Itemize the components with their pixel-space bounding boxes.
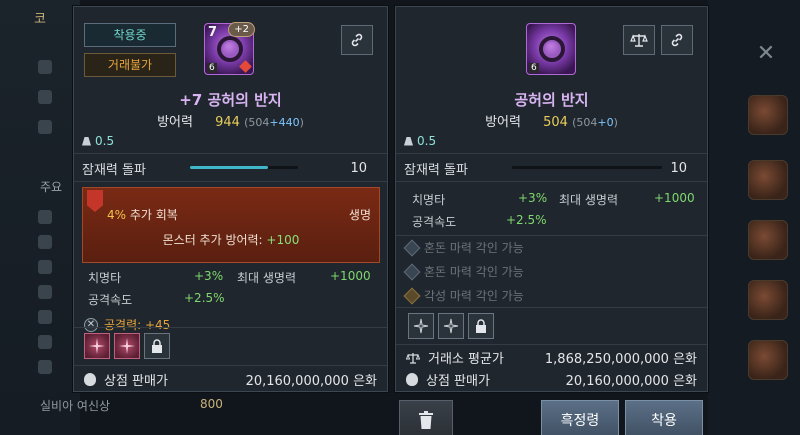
bg-icon [38,310,52,324]
stat-value: +2.5% [506,213,547,227]
bg-icon [38,60,52,74]
shop-price-value: 20,160,000,000 은화 [245,374,377,389]
stat-value: +3% [518,191,548,205]
locked-slot[interactable] [144,333,170,359]
stat-value: +3% [194,269,224,283]
delete-button[interactable] [399,400,453,435]
divider [396,307,707,308]
market-price-row: 거래소 평균가 1,868,250,000,000 은화 [406,348,697,367]
stat-value: +1000 [654,191,695,205]
inventory-slot[interactable] [748,340,788,380]
background-right-panel: ✕ [708,0,800,435]
burst-icon [443,318,459,334]
divider [74,327,387,328]
attack-engrave-row: ✕ 공격력: +45 [84,316,170,333]
burst-icon [119,338,135,354]
stat-label: 공격속도 [88,293,133,307]
engrave-row: 혼돈 마력 각인 가능 [403,263,524,280]
stat-value: +1000 [330,269,371,283]
bg-icon [38,335,52,349]
inventory-slot[interactable] [748,160,788,200]
engrave-slot[interactable] [114,333,140,359]
engrave-row: 각성 마력 각인 가능 [403,287,524,304]
bg-icon [38,360,52,374]
attack-label: 공격력: +45 [104,318,171,332]
lock-icon [152,339,162,353]
stat-label: 치명타 [412,193,446,207]
chaos-engrave-icon [403,239,421,256]
equipped-item-tooltip: 착용중 거래불가 7 +2 6 +7 공허의 반지 방어력 944 (504+4… [73,6,388,392]
shop-price-value: 20,160,000,000 은화 [565,374,697,389]
burst-icon [413,318,429,334]
bg-item-value: 800 [200,397,223,411]
stat-value: +2.5% [184,291,225,305]
engrave-label: 혼돈 마력 각인 가능 [424,241,524,255]
chaos-engrave-icon [403,263,421,280]
engrave-slot[interactable] [84,333,110,359]
trash-icon [419,411,433,429]
shop-price-label: 상점 판매가 [104,374,168,389]
shop-price-row: 상점 판매가 20,160,000,000 은화 [84,370,377,389]
market-price-value: 1,868,250,000,000 은화 [544,352,697,367]
enhance-button[interactable]: 흑정령 [541,400,619,435]
scale-icon [406,352,420,364]
cross-swords-icon: ✕ [84,317,98,332]
divider [396,235,707,236]
bg-label: 주요 [40,180,63,194]
divider [396,344,707,345]
money-bag-icon [406,373,418,386]
money-bag-icon [84,373,96,386]
bg-icon [38,235,52,249]
bg-icon [38,260,52,274]
bg-icon [38,285,52,299]
engrave-row: 혼돈 마력 각인 가능 [403,239,524,256]
inventory-slot[interactable] [748,95,788,135]
stat-label: 치명타 [88,271,122,285]
bg-icon [38,90,52,104]
engrave-label: 혼돈 마력 각인 가능 [424,265,524,279]
stat-label: 공격속도 [412,215,457,229]
close-icon[interactable]: ✕ [752,40,780,68]
inventory-slot[interactable] [748,220,788,260]
bg-icon [38,210,52,224]
stat-label: 최대 생명력 [559,193,619,207]
equip-button[interactable]: 착용 [625,400,703,435]
stat-label: 최대 생명력 [237,271,297,285]
engrave-slot[interactable] [438,313,464,339]
inventory-slot[interactable] [748,280,788,320]
locked-slot[interactable] [468,313,494,339]
bg-icon [38,120,52,134]
engrave-slot[interactable] [408,313,434,339]
market-price-label: 거래소 평균가 [428,352,504,367]
background-left-panel: 코 주요 [0,0,80,435]
lock-icon [476,319,486,333]
bg-item-name: 실비아 여신상 [40,399,111,413]
engrave-label: 각성 마력 각인 가능 [424,289,524,303]
bg-title: 코 [34,12,46,27]
shop-price-label: 상점 판매가 [426,374,490,389]
awaken-engrave-icon [403,287,421,304]
compare-item-tooltip: 6 공허의 반지 방어력 504 (504+0) 0.5 잠재력 돌파 10 치… [395,6,708,392]
shop-price-row: 상점 판매가 20,160,000,000 은화 [406,370,697,389]
divider [74,365,387,366]
burst-icon [89,338,105,354]
